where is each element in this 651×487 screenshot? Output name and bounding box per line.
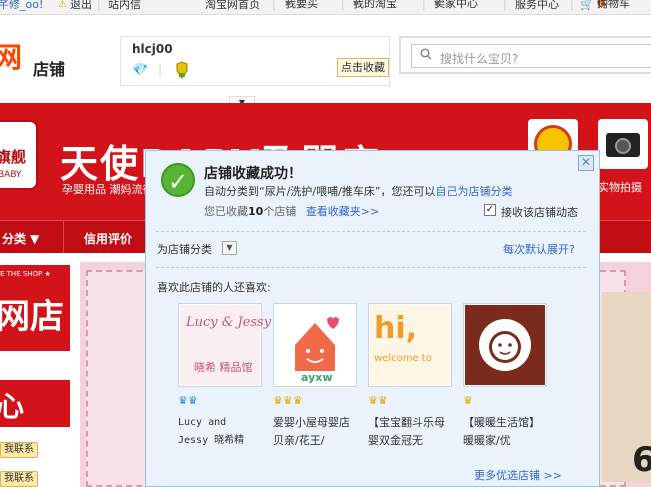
consumer-guarantee-icon	[174, 61, 190, 79]
search-area: 搜找什么宝贝?	[399, 36, 651, 74]
badge-text: 旗舰	[0, 148, 27, 166]
divider: |	[570, 0, 574, 11]
logo-shop-text: 店铺	[33, 60, 66, 79]
collect-success-dialog: ✕ ✓ 店铺收藏成功！ 自动分类到“尿片/洗护/喂哺/推车床”，您还可以自己为店…	[145, 150, 600, 487]
search-placeholder: 搜找什么宝贝?	[440, 52, 519, 66]
recommended-shop-logo[interactable]	[463, 303, 547, 387]
shop-rank-crowns: ♛♛	[368, 394, 388, 407]
divider: |	[158, 63, 163, 77]
custom-category-link[interactable]: 自己为店铺分类	[436, 185, 513, 198]
dialog-message-text: 自动分类到“尿片/洗护/喂哺/推车床”，您还可以	[204, 185, 436, 198]
divider	[156, 267, 586, 268]
site-messages-link[interactable]: 站内信	[108, 0, 141, 10]
taobao-home-link[interactable]: 淘宝网首页	[205, 0, 260, 10]
diamond-rank-icon: 💎	[132, 63, 149, 78]
contact-button[interactable]: 我联系	[0, 471, 38, 487]
expand-default-link[interactable]: 每次默认展开?	[503, 241, 575, 257]
shop-logo-image: hi, welcome to	[370, 305, 450, 385]
favorites-count-line: 您已收藏10个店铺 查看收藏夹>>	[204, 203, 379, 219]
nav-categories[interactable]: 分类 ▼	[2, 230, 39, 247]
chevron-down-icon: ▼	[434, 0, 441, 8]
recommended-shop-logo[interactable]: hi, welcome to	[368, 303, 452, 387]
real-photo-label: 实物拍摄	[598, 181, 642, 194]
chevron-down-icon: ▼	[353, 0, 360, 8]
check-circle-icon: ✓	[161, 163, 195, 197]
contact-button[interactable]: 我联系	[0, 442, 38, 458]
promo-number: 6	[632, 440, 651, 480]
category-dropdown[interactable]: ▼	[222, 241, 237, 255]
divider	[156, 231, 586, 232]
service-center-link[interactable]: 服务中心	[515, 0, 559, 10]
nav-divider	[63, 221, 64, 254]
shop-name-link[interactable]: 【暖暖生活馆】暖暖家/优	[463, 414, 547, 450]
seller-center-label: 卖家中心	[434, 0, 478, 10]
shop-info-card: hlcj00 💎 | 点击收藏	[120, 36, 390, 86]
badge-subtext: BABY	[0, 170, 22, 180]
camera-icon[interactable]	[598, 119, 648, 169]
cart-suffix: 件	[597, 0, 608, 10]
sidebar-small-text: E THE SHOP ★	[0, 270, 51, 278]
favorites-count-prefix: 您已收藏	[204, 205, 248, 218]
search-input[interactable]: 搜找什么宝贝?	[411, 44, 651, 68]
collect-shop-button[interactable]: 点击收藏	[337, 58, 389, 77]
favorites-count: 10	[248, 205, 264, 218]
nav-credit-rating[interactable]: 信用评价	[84, 230, 132, 247]
cart-icon: 🛒	[580, 0, 594, 11]
category-label: 为店铺分类	[157, 243, 212, 256]
shop-rank-crowns: ♛♛♛	[273, 394, 303, 407]
shop-rank-crowns: ♛	[463, 394, 473, 407]
divider: |	[272, 0, 276, 11]
shop-header: 网 店铺 hlcj00 💎 | 点击收藏 ▼ 搜找什么宝贝?	[0, 16, 651, 110]
taobao-logo-icon[interactable]: 网	[0, 38, 30, 78]
shop-rank-crowns: ♛♛	[178, 394, 198, 407]
more-shops-link[interactable]: 更多优选店铺 >>	[474, 467, 562, 483]
shop-logo-image: ayxw	[275, 305, 355, 385]
divider: |	[341, 0, 345, 11]
recommended-shop-logo[interactable]: ayxw	[273, 303, 357, 387]
username-link[interactable]: 芊修_oo!	[0, 0, 43, 10]
sidebar-heart-text: 心	[0, 390, 25, 423]
favorites-count-suffix: 个店铺	[263, 205, 297, 218]
sidebar-store-text: 网店	[0, 297, 64, 337]
banner-subtitle: 孕婴用品 潮妈流行	[62, 183, 154, 196]
logout-icon: ⚠	[58, 0, 67, 10]
chevron-down-icon: ▼	[226, 243, 233, 252]
shop-name-link[interactable]: 【宝宝翻斗乐母婴双金冠无	[368, 414, 452, 450]
close-button[interactable]: ✕	[578, 155, 594, 171]
view-favorites-link[interactable]: 查看收藏夹>>	[306, 205, 379, 218]
left-sidebar: E THE SHOP ★ 网店 心 我联系 我联系	[0, 253, 80, 487]
divider: |	[422, 0, 426, 11]
flagship-badge: 旗舰 BABY	[0, 120, 38, 190]
subscribe-label: 接收该店铺动态	[501, 206, 578, 219]
recommended-shop-logo[interactable]: Lucy & Jessy 晓希 精品馆	[178, 303, 271, 387]
shop-nickname[interactable]: hlcj00	[132, 42, 173, 56]
shop-name-link[interactable]: Lucy and Jessy 晓希精	[178, 414, 262, 450]
my-taobao-label: 我的淘宝	[353, 0, 397, 10]
logout-link[interactable]: 退出	[70, 0, 92, 10]
recommend-heading: 喜欢此店铺的人还喜欢:	[157, 281, 271, 294]
search-icon	[420, 48, 432, 64]
subscribe-checkbox[interactable]: ✓	[484, 204, 496, 216]
shop-logo-image	[465, 305, 545, 385]
top-navigation-bar: 芊修_oo! ⚠ 退出 | 站内信 淘宝网首页 | 我要买 ▼ | 我的淘宝 ▼…	[0, 0, 651, 15]
shop-logo-image: Lucy & Jessy 晓希 精品馆	[180, 305, 271, 385]
dialog-title: 店铺收藏成功！	[204, 166, 302, 182]
divider: |	[503, 0, 507, 11]
divider: |	[97, 0, 101, 11]
shop-name-link[interactable]: 爱婴小屋母婴店 贝亲/花王/	[273, 414, 357, 450]
dialog-message: 自动分类到“尿片/洗护/喂哺/推车床”，您还可以自己为店铺分类	[204, 183, 513, 199]
chevron-down-icon: ▼	[285, 0, 292, 8]
